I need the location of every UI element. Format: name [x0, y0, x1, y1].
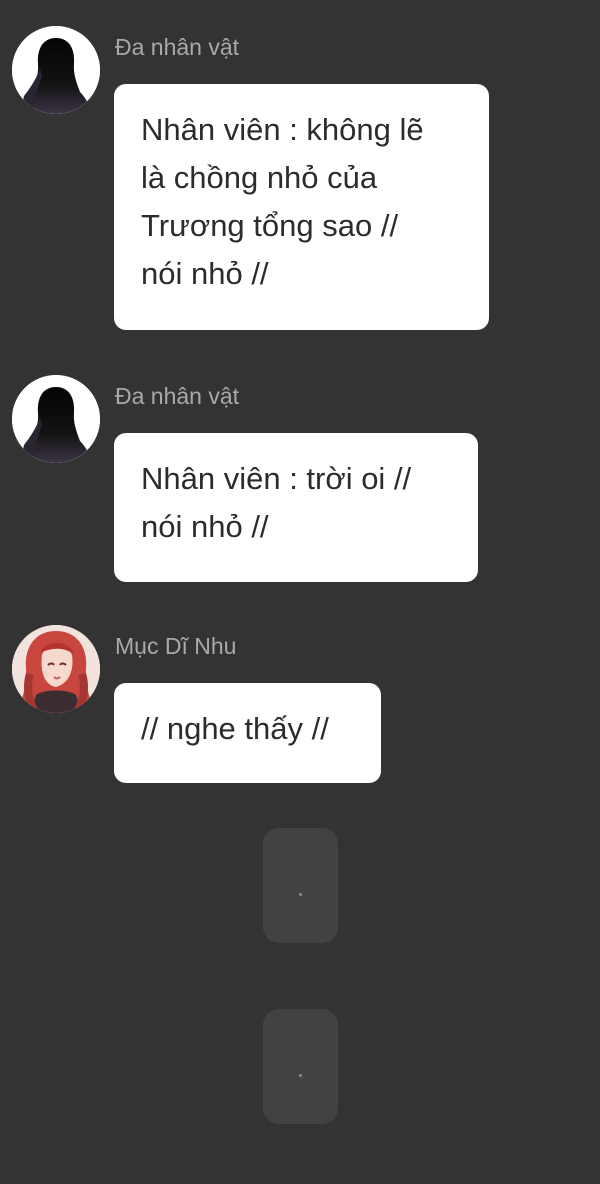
loading-dot [299, 893, 302, 896]
loading-placeholder [263, 1009, 338, 1124]
loading-dot [299, 1074, 302, 1077]
sender-name: Mục Dĩ Nhu [115, 633, 237, 659]
red-haired-girl-avatar-icon[interactable] [12, 625, 100, 713]
message-bubble[interactable]: Nhân viên : trời oi // nói nhỏ // [114, 433, 478, 582]
sender-name: Đa nhân vật [115, 34, 240, 60]
silhouette-avatar-icon[interactable] [12, 26, 100, 114]
sender-name: Đa nhân vật [115, 383, 240, 409]
message-bubble[interactable]: Nhân viên : không lẽ là chồng nhỏ của Tr… [114, 84, 489, 330]
message-bubble[interactable]: // nghe thấy // [114, 683, 381, 783]
silhouette-avatar-icon[interactable] [12, 375, 100, 463]
loading-placeholder [263, 828, 338, 943]
